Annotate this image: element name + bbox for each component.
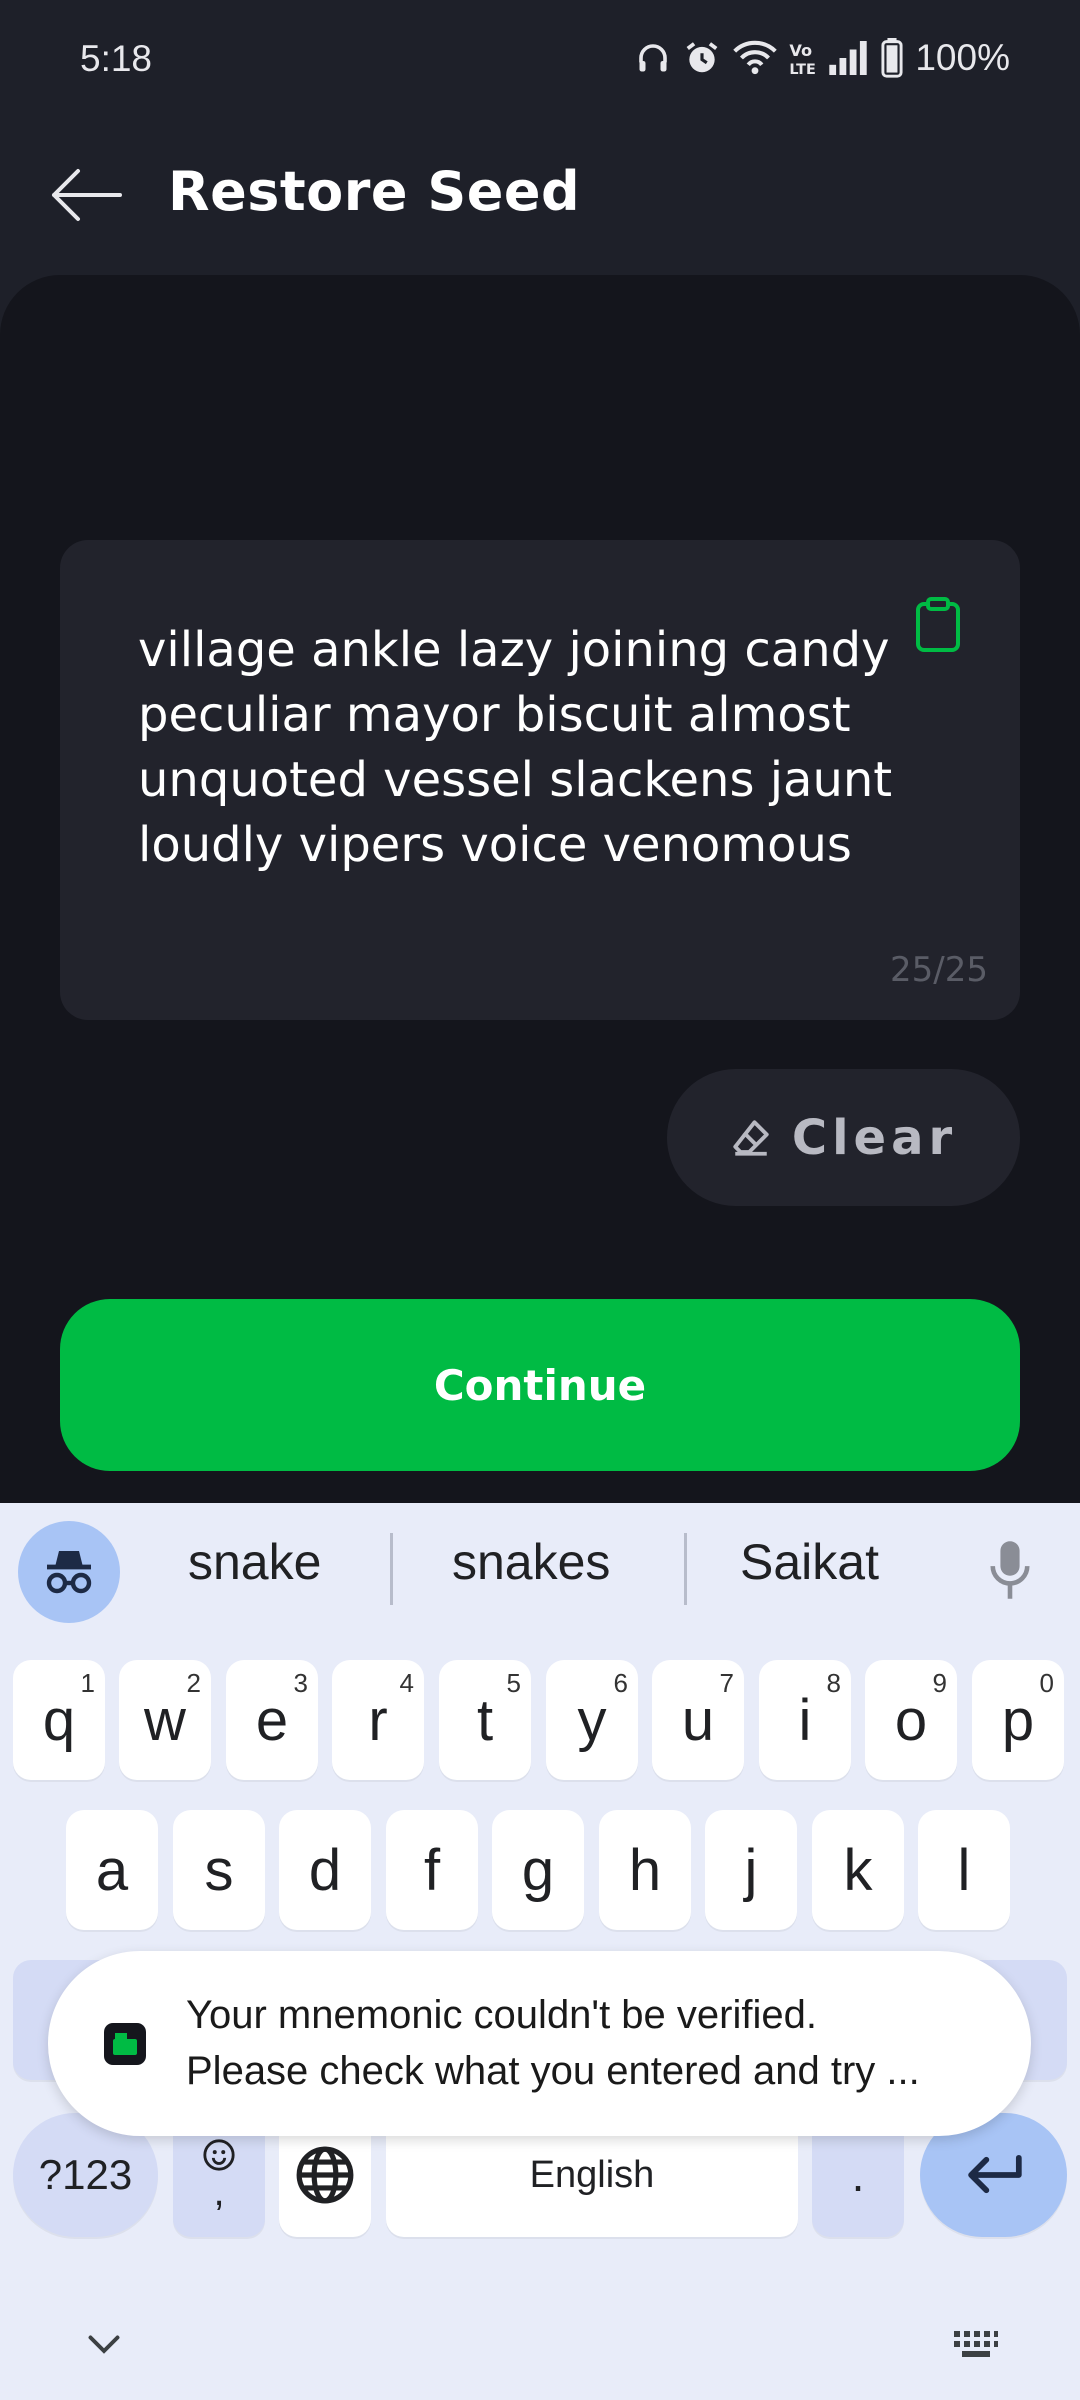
paste-button[interactable] — [908, 590, 968, 660]
key-j[interactable]: j — [705, 1810, 797, 1930]
key-hint: 2 — [186, 1668, 201, 1698]
key-q[interactable]: q1 — [13, 1660, 105, 1780]
key-label: r — [368, 1687, 388, 1753]
suggestion-3[interactable]: Saikat — [740, 1533, 879, 1591]
key-k[interactable]: k — [812, 1810, 904, 1930]
key-t[interactable]: t5 — [439, 1660, 531, 1780]
clear-label: Clear — [791, 1109, 958, 1166]
key-hint: 6 — [613, 1668, 628, 1698]
toast-line-2: Please check what you entered and try ..… — [186, 2049, 920, 2093]
key-f[interactable]: f — [386, 1810, 478, 1930]
key-l[interactable]: l — [918, 1810, 1010, 1930]
key-label: p — [1001, 1687, 1035, 1753]
key-label: w — [144, 1687, 186, 1753]
key-y[interactable]: y6 — [546, 1660, 638, 1780]
incognito-icon — [46, 1551, 92, 1594]
word-counter: 25/25 — [890, 950, 988, 990]
key-r[interactable]: r4 — [332, 1660, 424, 1780]
key-label: u — [681, 1687, 715, 1753]
seed-input-box[interactable]: village ankle lazy joining candy peculia… — [60, 540, 1020, 1020]
volte-icon: Vo LTE — [790, 41, 816, 76]
enter-icon — [967, 2154, 1022, 2194]
key-hint: 3 — [293, 1668, 308, 1698]
key-i[interactable]: i8 — [759, 1660, 851, 1780]
continue-button[interactable]: Continue — [60, 1299, 1020, 1471]
arrow-left-icon — [52, 169, 122, 221]
clipboard-icon — [916, 597, 960, 652]
svg-text:Vo: Vo — [790, 41, 813, 60]
toast-line-1: Your mnemonic couldn't be verified. — [186, 1993, 817, 2037]
wifi-icon — [733, 40, 778, 75]
key-w[interactable]: w2 — [119, 1660, 211, 1780]
headphones-icon — [639, 44, 668, 72]
keyboard-nav-bar — [0, 2303, 1080, 2400]
mic-icon — [990, 1541, 1030, 1599]
wallet-flag-icon — [113, 2033, 137, 2055]
seed-input[interactable]: village ankle lazy joining candy peculia… — [138, 618, 898, 878]
key-o[interactable]: o9 — [865, 1660, 957, 1780]
key-d[interactable]: d — [279, 1810, 371, 1930]
eraser-icon — [733, 1119, 769, 1156]
key-label: q — [42, 1687, 76, 1753]
svg-text:LTE: LTE — [790, 62, 816, 76]
key-hint: 1 — [80, 1668, 95, 1698]
battery-level: 100% — [915, 37, 1010, 78]
chevron-down-icon[interactable] — [86, 2333, 122, 2357]
back-button[interactable] — [40, 160, 130, 230]
alarm-icon — [686, 42, 718, 73]
keyboard-icon[interactable] — [952, 2329, 1000, 2361]
clear-button[interactable]: Clear — [667, 1069, 1020, 1206]
comma-label: , — [213, 2170, 225, 2214]
key-label: o — [894, 1687, 928, 1753]
key-a[interactable]: a — [66, 1810, 158, 1930]
suggestion-divider — [684, 1533, 687, 1605]
toast-message: Your mnemonic couldn't be verified. Plea… — [186, 1987, 1006, 2099]
error-toast: Your mnemonic couldn't be verified. Plea… — [48, 1951, 1031, 2136]
key-hint: 5 — [506, 1668, 521, 1698]
app-bar: Restore Seed — [0, 120, 1080, 270]
key-hint: 8 — [826, 1668, 841, 1698]
page-title: Restore Seed — [168, 160, 581, 223]
mic-button[interactable] — [980, 1535, 1040, 1605]
suggestion-divider — [390, 1533, 393, 1605]
key-g[interactable]: g — [492, 1810, 584, 1930]
suggestion-1[interactable]: snake — [188, 1533, 321, 1591]
key-label: t — [476, 1687, 494, 1753]
suggestion-bar: snake snakes Saikat — [0, 1503, 1080, 1633]
key-hint: 0 — [1039, 1668, 1054, 1698]
status-bar: 5:18 Vo LTE 100% — [0, 0, 1080, 120]
signal-icon — [829, 41, 868, 75]
key-p[interactable]: p0 — [972, 1660, 1064, 1780]
key-e[interactable]: e3 — [226, 1660, 318, 1780]
incognito-button[interactable] — [18, 1521, 120, 1623]
continue-label: Continue — [433, 1360, 647, 1410]
app-icon — [104, 2023, 146, 2065]
key-h[interactable]: h — [599, 1810, 691, 1930]
globe-icon — [296, 2146, 354, 2204]
key-label: y — [577, 1687, 607, 1753]
suggestion-2[interactable]: snakes — [452, 1533, 610, 1591]
key-s[interactable]: s — [173, 1810, 265, 1930]
key-u[interactable]: u7 — [652, 1660, 744, 1780]
status-time: 5:18 — [80, 38, 153, 79]
battery-icon — [881, 38, 903, 78]
key-hint: 7 — [719, 1668, 734, 1698]
key-label: e — [255, 1687, 289, 1753]
key-label: i — [798, 1687, 812, 1753]
status-icons: Vo LTE 100% — [635, 36, 1010, 80]
emoji-icon — [203, 2139, 235, 2171]
key-hint: 4 — [399, 1668, 414, 1698]
key-hint: 9 — [932, 1668, 947, 1698]
